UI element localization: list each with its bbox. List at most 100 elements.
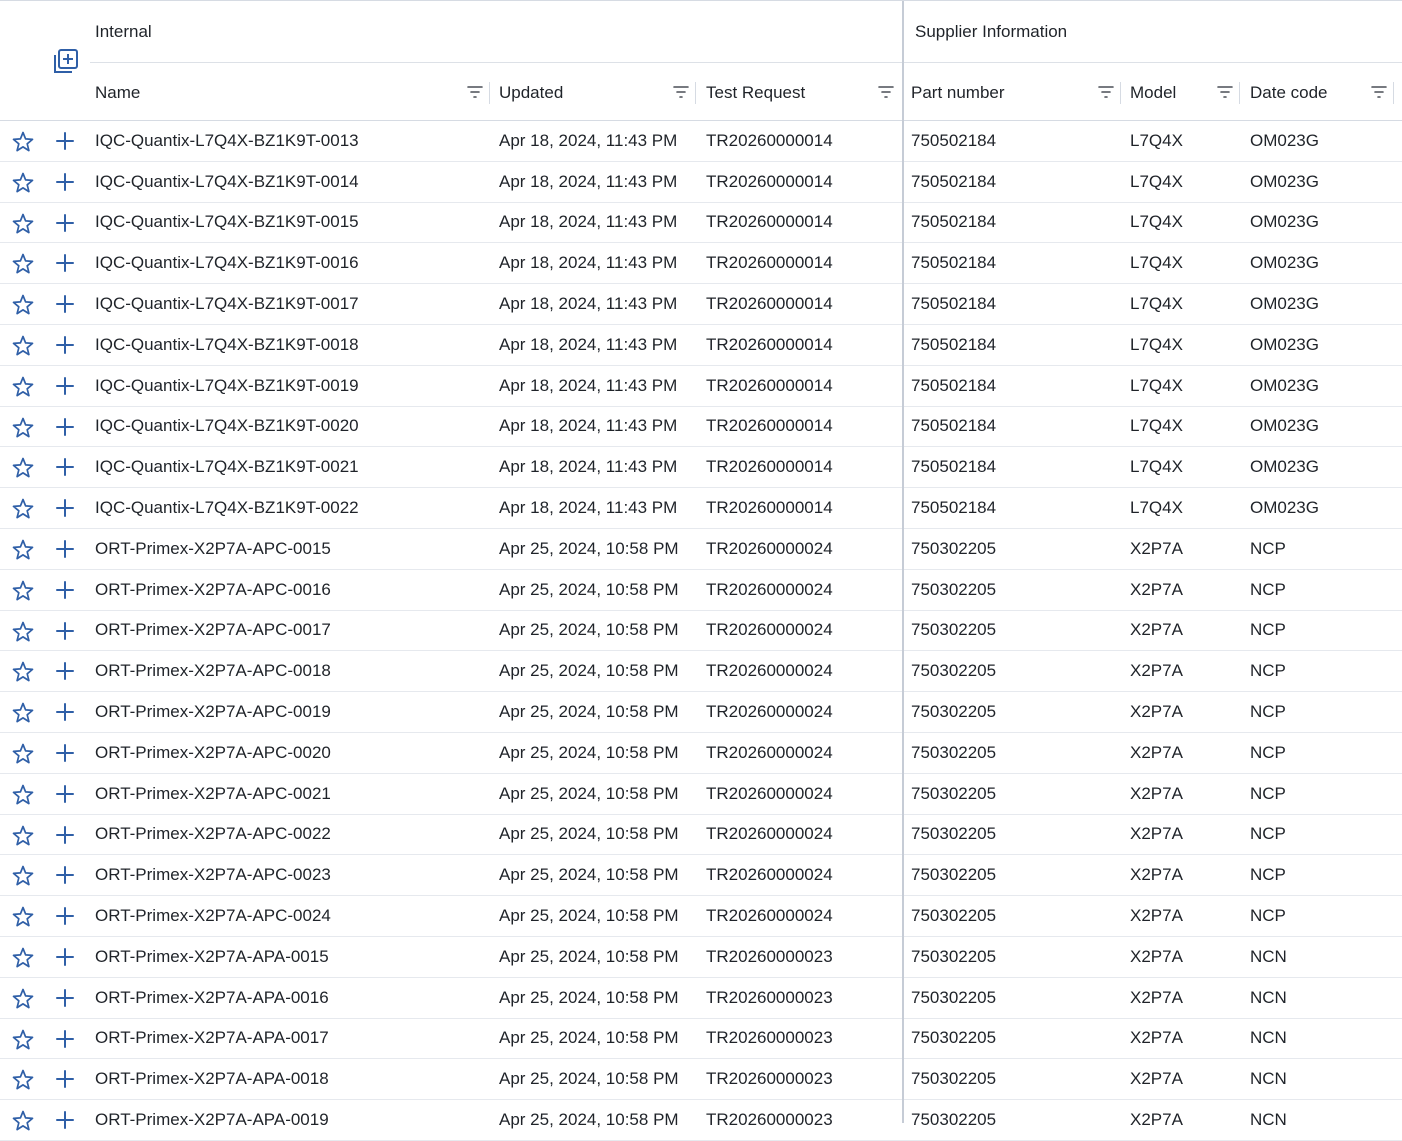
plus-icon[interactable] [55, 417, 75, 437]
plus-icon[interactable] [55, 335, 75, 355]
plus-icon[interactable] [55, 906, 75, 926]
cell-name: ORT-Primex-X2P7A-APA-0019 [95, 1110, 329, 1130]
plus-icon[interactable] [55, 661, 75, 681]
plus-icon[interactable] [55, 213, 75, 233]
table-row[interactable]: ORT-Primex-X2P7A-APC-0020 Apr 25, 2024, 1… [0, 733, 1402, 774]
star-outline-icon[interactable] [11, 171, 35, 195]
cell-updated: Apr 18, 2024, 11:43 PM [499, 416, 678, 436]
star-outline-icon[interactable] [11, 824, 35, 848]
plus-icon[interactable] [55, 376, 75, 396]
star-outline-icon[interactable] [11, 742, 35, 766]
table-row[interactable]: IQC-Quantix-L7Q4X-BZ1K9T-0017 Apr 18, 202… [0, 284, 1402, 325]
plus-icon[interactable] [55, 1069, 75, 1089]
star-outline-icon[interactable] [11, 701, 35, 725]
table-row[interactable]: ORT-Primex-X2P7A-APC-0024 Apr 25, 2024, 1… [0, 896, 1402, 937]
table-row[interactable]: IQC-Quantix-L7Q4X-BZ1K9T-0013 Apr 18, 202… [0, 121, 1402, 162]
table-row[interactable]: ORT-Primex-X2P7A-APA-0017 Apr 25, 2024, 1… [0, 1019, 1402, 1060]
cell-date-code: NCP [1250, 661, 1286, 681]
star-outline-icon[interactable] [11, 987, 35, 1011]
plus-icon[interactable] [55, 172, 75, 192]
star-outline-icon[interactable] [11, 375, 35, 399]
plus-icon[interactable] [55, 131, 75, 151]
plus-icon[interactable] [55, 825, 75, 845]
plus-icon[interactable] [55, 498, 75, 518]
table-row[interactable]: ORT-Primex-X2P7A-APA-0016 Apr 25, 2024, 1… [0, 978, 1402, 1019]
plus-icon[interactable] [55, 865, 75, 885]
plus-icon[interactable] [55, 1029, 75, 1049]
star-outline-icon[interactable] [11, 538, 35, 562]
table-row[interactable]: IQC-Quantix-L7Q4X-BZ1K9T-0015 Apr 18, 202… [0, 203, 1402, 244]
table-row[interactable]: ORT-Primex-X2P7A-APC-0017 Apr 25, 2024, 1… [0, 611, 1402, 652]
filter-icon[interactable] [1097, 84, 1115, 100]
filter-icon[interactable] [466, 84, 484, 100]
star-outline-icon[interactable] [11, 456, 35, 480]
plus-icon[interactable] [55, 702, 75, 722]
cell-part-number: 750502184 [911, 416, 997, 436]
table-row[interactable]: IQC-Quantix-L7Q4X-BZ1K9T-0016 Apr 18, 202… [0, 243, 1402, 285]
column-resize-handle[interactable] [489, 82, 490, 104]
star-outline-icon[interactable] [11, 946, 35, 970]
column-resize-handle[interactable] [1393, 82, 1394, 104]
table-row[interactable]: IQC-Quantix-L7Q4X-BZ1K9T-0021 Apr 18, 202… [0, 447, 1402, 489]
column-header-part-number[interactable]: Part number [911, 83, 1005, 103]
star-outline-icon[interactable] [11, 293, 35, 317]
star-outline-icon[interactable] [11, 416, 35, 440]
star-outline-icon[interactable] [11, 1068, 35, 1092]
cell-name: ORT-Primex-X2P7A-APA-0015 [95, 946, 329, 966]
plus-icon[interactable] [55, 294, 75, 314]
table-row[interactable]: ORT-Primex-X2P7A-APC-0021 Apr 25, 2024, 1… [0, 774, 1402, 815]
star-outline-icon[interactable] [11, 212, 35, 236]
star-outline-icon[interactable] [11, 783, 35, 807]
column-header-test-request[interactable]: Test Request [706, 83, 805, 103]
table-row[interactable]: IQC-Quantix-L7Q4X-BZ1K9T-0018 Apr 18, 202… [0, 325, 1402, 366]
column-header-date-code[interactable]: Date code [1250, 83, 1328, 103]
filter-icon[interactable] [1370, 84, 1388, 100]
column-resize-handle[interactable] [695, 82, 696, 104]
column-header-model[interactable]: Model [1130, 83, 1176, 103]
column-resize-handle[interactable] [1239, 82, 1240, 104]
table-row[interactable]: IQC-Quantix-L7Q4X-BZ1K9T-0022 Apr 18, 202… [0, 488, 1402, 529]
star-outline-icon[interactable] [11, 579, 35, 603]
star-outline-icon[interactable] [11, 1109, 35, 1133]
plus-icon[interactable] [55, 457, 75, 477]
star-outline-icon[interactable] [11, 660, 35, 684]
table-row[interactable]: ORT-Primex-X2P7A-APC-0022 Apr 25, 2024, 1… [0, 815, 1402, 856]
plus-icon[interactable] [55, 1110, 75, 1130]
star-outline-icon[interactable] [11, 1028, 35, 1052]
star-outline-icon[interactable] [11, 130, 35, 154]
plus-icon[interactable] [55, 580, 75, 600]
table-row[interactable]: ORT-Primex-X2P7A-APC-0018 Apr 25, 2024, 1… [0, 651, 1402, 693]
table-row[interactable]: ORT-Primex-X2P7A-APC-0023 Apr 25, 2024, 1… [0, 855, 1402, 897]
table-row[interactable]: ORT-Primex-X2P7A-APA-0015 Apr 25, 2024, 1… [0, 937, 1402, 978]
filter-icon[interactable] [672, 84, 690, 100]
table-row[interactable]: ORT-Primex-X2P7A-APC-0015 Apr 25, 2024, 1… [0, 529, 1402, 570]
table-row[interactable]: ORT-Primex-X2P7A-APC-0019 Apr 25, 2024, 1… [0, 692, 1402, 733]
table-row[interactable]: ORT-Primex-X2P7A-APC-0016 Apr 25, 2024, 1… [0, 570, 1402, 611]
table-row[interactable]: IQC-Quantix-L7Q4X-BZ1K9T-0014 Apr 18, 202… [0, 162, 1402, 203]
star-outline-icon[interactable] [11, 252, 35, 276]
table-row[interactable]: IQC-Quantix-L7Q4X-BZ1K9T-0020 Apr 18, 202… [0, 407, 1402, 448]
plus-icon[interactable] [55, 784, 75, 804]
filter-icon[interactable] [877, 84, 895, 100]
table-row[interactable]: ORT-Primex-X2P7A-APA-0018 Apr 25, 2024, 1… [0, 1059, 1402, 1101]
table-row[interactable]: ORT-Primex-X2P7A-APA-0019 Apr 25, 2024, 1… [0, 1100, 1402, 1141]
plus-icon[interactable] [55, 947, 75, 967]
plus-icon[interactable] [55, 621, 75, 641]
plus-icon[interactable] [55, 743, 75, 763]
cell-test-request: TR20260000023 [706, 1110, 833, 1130]
column-header-updated[interactable]: Updated [499, 83, 563, 103]
plus-icon[interactable] [55, 988, 75, 1008]
star-outline-icon[interactable] [11, 864, 35, 888]
column-header-name[interactable]: Name [95, 83, 140, 103]
star-outline-icon[interactable] [11, 905, 35, 929]
star-outline-icon[interactable] [11, 497, 35, 521]
star-outline-icon[interactable] [11, 334, 35, 358]
cell-date-code: NCP [1250, 538, 1286, 558]
filter-icon[interactable] [1216, 84, 1234, 100]
table-row[interactable]: IQC-Quantix-L7Q4X-BZ1K9T-0019 Apr 18, 202… [0, 366, 1402, 407]
star-outline-icon[interactable] [11, 620, 35, 644]
plus-icon[interactable] [55, 539, 75, 559]
plus-icon[interactable] [55, 253, 75, 273]
column-resize-handle[interactable] [1120, 82, 1121, 104]
cell-date-code: OM023G [1250, 375, 1319, 395]
